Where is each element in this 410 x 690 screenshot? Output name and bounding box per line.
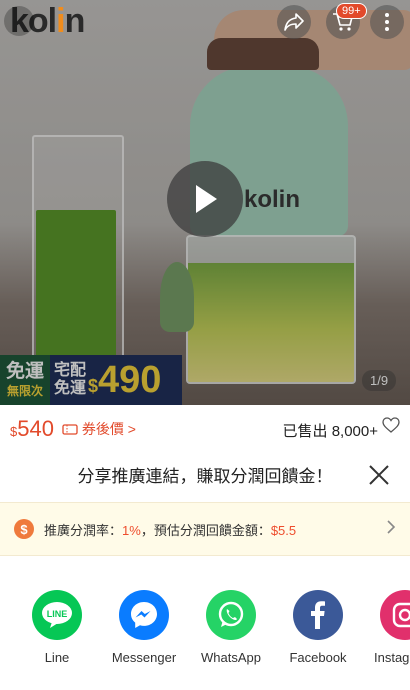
close-icon [369,465,389,485]
like-button[interactable] [382,417,400,438]
share-icon [284,13,304,31]
more-vertical-icon [385,13,389,31]
svg-text:LINE: LINE [47,609,68,619]
commission-rate-label: 推廣分潤率： [44,522,123,538]
commission-info-text: 推廣分潤率：1%，預估分潤回饋金額：$5.5 [44,520,296,539]
coupon-icon [62,423,78,435]
heart-icon [382,417,400,433]
back-button[interactable] [4,6,34,36]
estimated-amount-label: ，預估分潤回饋金額： [140,522,271,538]
price-value: 540 [17,415,54,441]
commission-rate: 1% [122,522,141,538]
share-app-label: Facebook [289,650,347,665]
share-app-label: Messenger [111,650,177,665]
share-whatsapp-button[interactable]: WhatsApp [186,590,276,665]
whatsapp-icon [206,590,256,640]
more-options-button[interactable] [370,5,404,39]
instagram-icon [380,590,410,640]
brand-logo-suffix: n [64,2,86,40]
price-bar: $ 540 券後價 > 已售出 8,000+ [0,405,410,452]
share-apps-row: LINE Line Messenger WhatsApp Facebook In… [0,590,410,680]
estimated-amount: $5.5 [270,522,297,538]
cart-count-badge: 99+ [336,3,367,19]
share-sheet: 分享推廣連結，賺取分潤回饋金！ $ 推廣分潤率：1%，預估分潤回饋金額：$5.5… [0,452,410,690]
commission-info-row[interactable]: $ 推廣分潤率：1%，預估分潤回饋金額：$5.5 [0,502,410,556]
share-button[interactable] [277,5,311,39]
dollar-icon: $ [14,519,34,539]
sold-count: 已售出 8,000+ [282,423,378,440]
share-app-label: Line [44,650,70,665]
brand-logo-i: i [56,2,66,40]
share-sheet-title: 分享推廣連結，賺取分潤回饋金！ [77,467,333,486]
coupon-price-label: 券後價 > [81,420,136,437]
line-icon: LINE [32,590,82,640]
share-instagram-button[interactable]: Instag [360,590,410,665]
facebook-icon [293,590,343,640]
messenger-icon [119,590,169,640]
share-line-button[interactable]: LINE Line [12,590,102,665]
close-button[interactable] [366,462,392,488]
price-currency: $ [10,423,18,439]
chevron-right-icon [386,519,396,540]
price: $ 540 [10,416,54,442]
share-app-label: Instag [374,650,410,665]
play-video-button[interactable] [167,161,243,237]
share-messenger-button[interactable]: Messenger [99,590,189,665]
share-facebook-button[interactable]: Facebook [273,590,363,665]
share-app-label: WhatsApp [201,650,261,665]
play-icon [196,185,217,213]
coupon-price-link[interactable]: 券後價 > [62,419,136,439]
